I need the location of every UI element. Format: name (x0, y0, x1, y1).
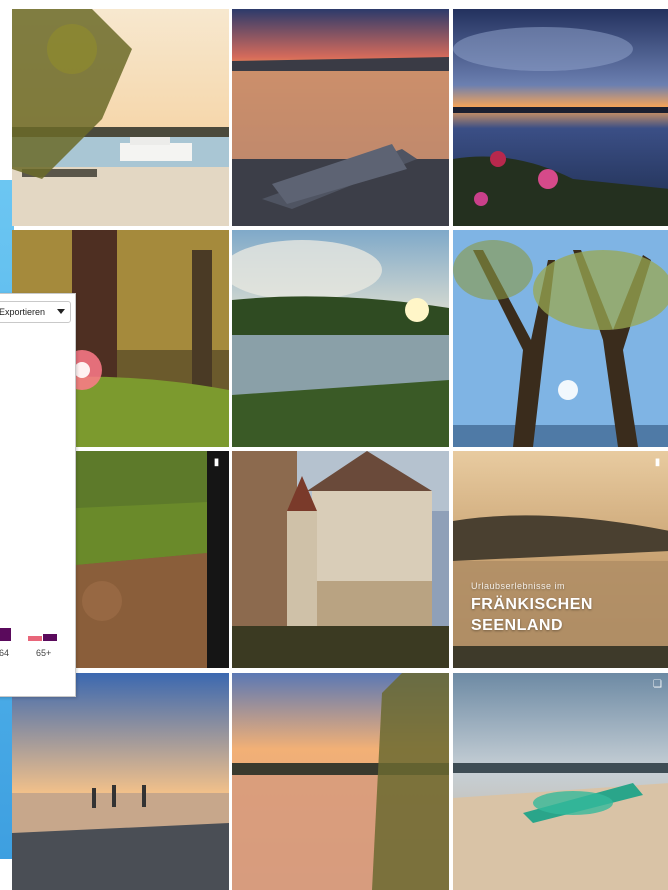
photo-tile-bottle-beach[interactable]: ❏ (453, 673, 668, 890)
age-axis-label: 64 (0, 648, 10, 658)
carousel-icon: ❏ (653, 679, 662, 690)
photo-tile-seenland-promo[interactable]: Urlaubserlebnisse im FRÄNKISCHEN SEENLAN… (453, 451, 668, 668)
photo-tile-reeds-sunset[interactable] (232, 673, 449, 890)
reel-icon: ▮ (654, 457, 661, 468)
promo-title-line2: SEENLAND (471, 617, 564, 634)
age-bar (28, 636, 42, 641)
promo-subtitle: Urlaubserlebnisse im (471, 581, 566, 591)
analytics-panel: Exportieren 64 65+ (0, 293, 76, 697)
export-label: Exportieren (0, 307, 46, 317)
photo-tile-trees-lake[interactable] (453, 230, 668, 447)
photo-tile-sunset-flowers[interactable] (453, 9, 668, 226)
reel-icon: ▮ (213, 457, 220, 468)
promo-title-line1: FRÄNKISCHEN (471, 596, 593, 613)
age-bar (43, 634, 57, 641)
photo-tile-castle[interactable] (232, 451, 449, 668)
photo-tile-sunset-bench[interactable] (232, 9, 449, 226)
age-axis-label: 65+ (36, 648, 52, 658)
photo-tile-lake-boat[interactable] (12, 9, 229, 226)
age-bar (0, 628, 11, 641)
photo-tile-pond-sunstar[interactable] (232, 230, 449, 447)
photo-tile-jetty-sunset[interactable] (12, 673, 229, 890)
caret-down-icon (57, 309, 65, 314)
export-dropdown-button[interactable]: Exportieren (0, 301, 71, 323)
